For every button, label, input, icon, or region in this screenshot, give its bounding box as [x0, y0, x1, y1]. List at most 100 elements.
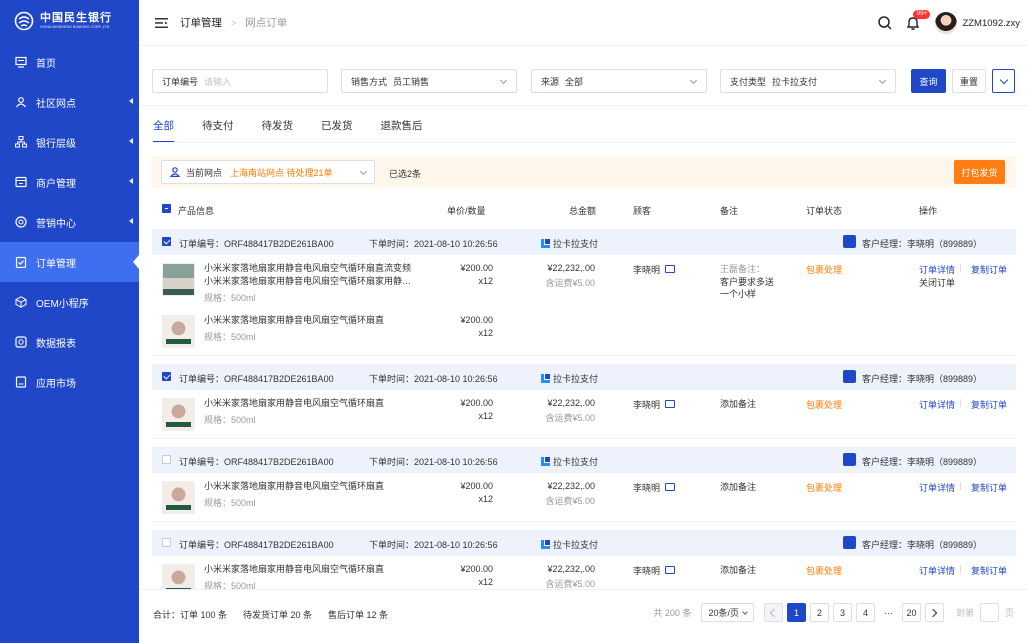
payment-method: 拉卡拉支付: [541, 372, 598, 385]
pay-type-select[interactable]: 支付类型 拉卡拉支付: [720, 69, 896, 93]
sidebar-item-2[interactable]: 银行层级: [0, 122, 139, 162]
tab-1[interactable]: 待支付: [202, 118, 234, 142]
product-name[interactable]: 小米米家落地扇家用静音电风扇空气循环扇直流变频小米米家落地扇家用静音电风扇空气循…: [204, 262, 416, 287]
product-name[interactable]: 小米米家落地扇家用静音电风扇空气循环扇直: [204, 480, 416, 493]
product-name[interactable]: 小米米家落地扇家用静音电风扇空气循环扇直: [204, 314, 416, 327]
current-site-select[interactable]: 当前网点 上海南站网点 待处理21单: [161, 160, 375, 184]
order-summary: 合计：订单 100 条 待发货订单 20 条 售后订单 12 条: [153, 608, 404, 621]
sidebar-item-4[interactable]: 营销中心: [0, 202, 139, 242]
username[interactable]: ZZM1092.zxy: [962, 18, 1020, 29]
caret-left-icon: [129, 138, 133, 144]
order-status[interactable]: 包裹处理: [806, 564, 842, 577]
account-manager: 客户经理：李晓明（899889）: [862, 540, 983, 550]
order-header: 订单编号：ORF488417B2DE261BA00 下单时间：2021-08-1…: [152, 364, 1016, 390]
chat-icon[interactable]: [665, 265, 675, 273]
customer-name: 李晓明: [633, 265, 661, 275]
tab-0[interactable]: 全部: [153, 118, 174, 143]
sales-method-label: 销售方式: [351, 76, 388, 87]
manager-icon: [843, 370, 856, 383]
pagination-total: 共 200 条: [653, 608, 692, 618]
order-checkbox[interactable]: [162, 538, 171, 549]
order-checkbox[interactable]: [162, 237, 171, 248]
order-status[interactable]: 包裹处理: [806, 398, 842, 411]
query-button[interactable]: 查询: [911, 69, 946, 93]
quantity: x12: [478, 276, 493, 286]
checkbox-icon: [162, 538, 171, 547]
page-button-3[interactable]: 3: [832, 603, 852, 622]
sidebar-item-3[interactable]: 商户管理: [0, 162, 139, 202]
order-status[interactable]: 包裹处理: [806, 263, 842, 276]
chat-icon[interactable]: [665, 400, 675, 408]
sidebar-item-6[interactable]: OEM小程序: [0, 282, 139, 322]
account-manager: 客户经理：李晓明（899889）: [862, 457, 983, 467]
brand-logo[interactable]: 中国民生银行 CHINA MINSHENG BANKING CORP.,LTD.: [0, 0, 139, 42]
notification-button[interactable]: 99+: [905, 10, 931, 31]
menu-collapse-icon[interactable]: [155, 17, 168, 28]
chevron-down-icon: [499, 76, 508, 85]
chat-icon[interactable]: [665, 483, 675, 491]
user-icon: [170, 167, 180, 177]
jump-page-input[interactable]: [979, 603, 999, 622]
expand-filters-button[interactable]: [992, 69, 1015, 93]
filter-divider: [139, 105, 1028, 106]
tab-2[interactable]: 待发货: [262, 118, 294, 142]
product-thumbnail[interactable]: [162, 481, 195, 514]
remark[interactable]: 添加备注: [720, 398, 778, 411]
select-all-checkbox[interactable]: [162, 204, 171, 215]
page-button-last[interactable]: 20: [901, 603, 921, 622]
page-button-4[interactable]: 4: [855, 603, 875, 622]
order-detail-link[interactable]: 订单详情: [919, 263, 955, 276]
order-checkbox[interactable]: [162, 372, 171, 383]
order-number-input[interactable]: 订单编号 请输入: [152, 69, 328, 93]
remark-text: 添加备注: [720, 482, 757, 492]
next-page-button[interactable]: [924, 603, 944, 622]
tab-4[interactable]: 退款售后: [381, 118, 423, 142]
product-thumbnail[interactable]: [162, 263, 195, 296]
payment-method: 拉卡拉支付: [541, 237, 598, 250]
prev-page-button[interactable]: [763, 603, 783, 622]
page-size-select[interactable]: 20条/页: [701, 603, 754, 622]
remark[interactable]: 王磊备注： 客户要求多送一个小样: [720, 263, 778, 301]
reset-button[interactable]: 重置: [952, 69, 986, 93]
chat-icon[interactable]: [665, 566, 675, 574]
page-button-2[interactable]: 2: [809, 603, 829, 622]
checkbox-icon: [162, 455, 171, 464]
remark-text: 添加备注: [720, 399, 757, 409]
manager-icon: [843, 453, 856, 466]
copy-order-link[interactable]: 复制订单: [971, 564, 1007, 577]
page-button-1[interactable]: 1: [786, 603, 806, 622]
source-select[interactable]: 来源 全部: [531, 69, 707, 93]
pack-ship-button[interactable]: 打包发货: [954, 160, 1005, 184]
sidebar-item-0[interactable]: 首页: [0, 42, 139, 82]
product-thumbnail[interactable]: [162, 398, 195, 431]
sidebar-item-1[interactable]: 社区网点: [0, 82, 139, 122]
order-detail-link[interactable]: 订单详情: [919, 564, 955, 577]
close-order-link[interactable]: 关闭订单: [919, 276, 955, 289]
order-detail-link[interactable]: 订单详情: [919, 481, 955, 494]
order-time: 下单时间：2021-08-10 10:26:56: [369, 457, 498, 467]
copy-order-link[interactable]: 复制订单: [971, 481, 1007, 494]
order-detail-link[interactable]: 订单详情: [919, 398, 955, 411]
order-card: 订单编号：ORF488417B2DE261BA00 下单时间：2021-08-1…: [152, 364, 1016, 439]
sidebar-item-label: 商户管理: [36, 178, 76, 190]
product-name[interactable]: 小米米家落地扇家用静音电风扇空气循环扇直: [204, 397, 416, 410]
sidebar-item-8[interactable]: 应用市场: [0, 362, 139, 402]
breadcrumb-parent[interactable]: 订单管理: [180, 15, 222, 30]
copy-order-link[interactable]: 复制订单: [971, 398, 1007, 411]
remark[interactable]: 添加备注: [720, 564, 778, 577]
sidebar-item-7[interactable]: 数据报表: [0, 322, 139, 362]
sidebar-item-5[interactable]: 订单管理: [0, 242, 139, 282]
order-status[interactable]: 包裹处理: [806, 481, 842, 494]
tab-3[interactable]: 已发货: [321, 118, 353, 142]
product-thumbnail[interactable]: [162, 564, 195, 589]
order-number: 订单编号：ORF488417B2DE261BA00: [179, 457, 334, 467]
product-thumbnail[interactable]: [162, 315, 195, 348]
order-checkbox[interactable]: [162, 455, 171, 466]
copy-order-link[interactable]: 复制订单: [971, 263, 1007, 276]
avatar[interactable]: [935, 12, 958, 34]
column-header-actions: 操作: [919, 206, 938, 216]
product-name[interactable]: 小米米家落地扇家用静音电风扇空气循环扇直: [204, 563, 416, 576]
search-icon[interactable]: [877, 15, 893, 31]
sales-method-select[interactable]: 销售方式 员工销售: [341, 69, 517, 93]
remark[interactable]: 添加备注: [720, 481, 778, 494]
